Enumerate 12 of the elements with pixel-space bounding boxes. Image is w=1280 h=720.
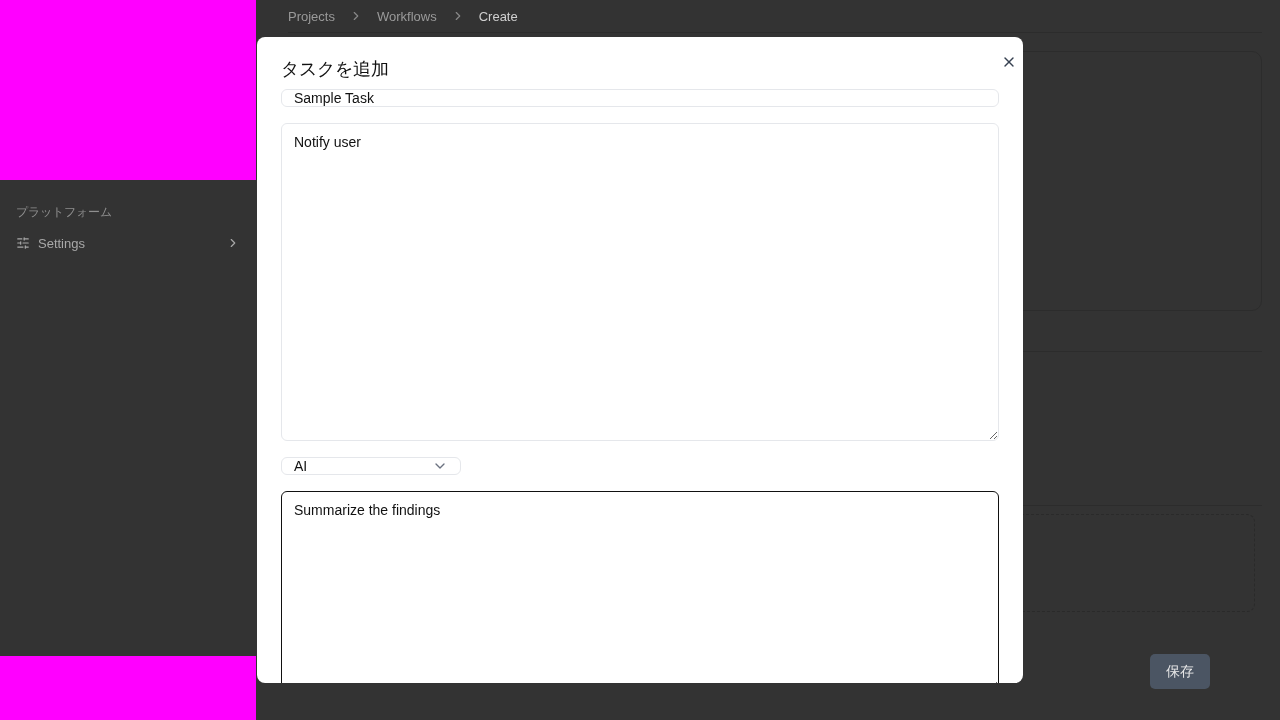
breadcrumb-link[interactable]: Workflows — [376, 8, 437, 24]
dialog-title: タスクを追加 — [281, 58, 389, 81]
name-field[interactable]: Sample Task — [281, 89, 999, 107]
breadcrumb-link[interactable]: Create — [478, 8, 518, 24]
save-button[interactable]: 保存 — [1150, 654, 1210, 689]
sidebar-item[interactable]: Settings — [16, 231, 240, 255]
type-select[interactable]: AI — [281, 457, 461, 475]
breadcrumb-link[interactable]: Projects — [288, 8, 335, 24]
sidebar-group-label: プラットフォーム — [16, 204, 113, 221]
prompt-field[interactable]: Summarize the findings — [281, 491, 999, 683]
sliders-icon — [16, 236, 30, 250]
description-field[interactable]: Notify user — [281, 123, 999, 441]
